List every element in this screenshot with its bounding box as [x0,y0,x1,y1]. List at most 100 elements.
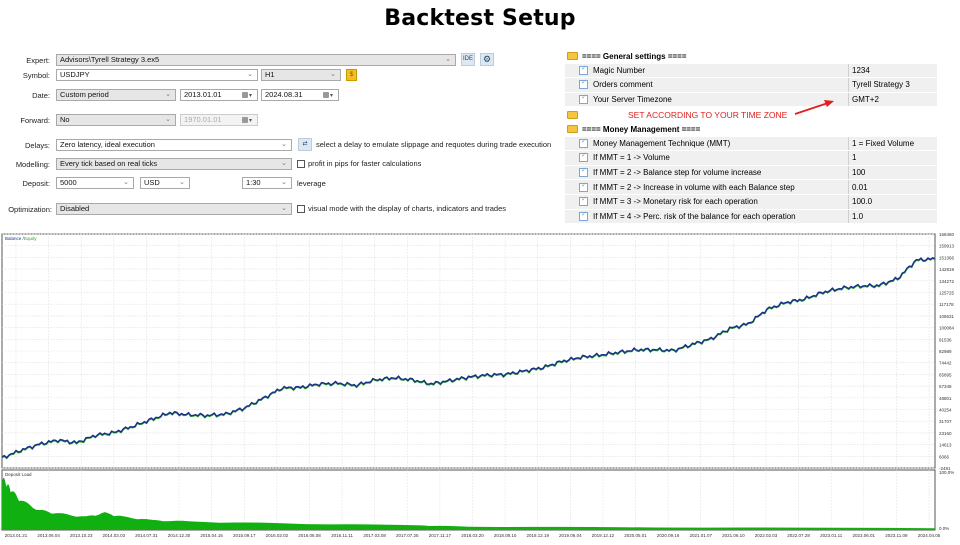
x-tick-label: 2014.03.03 [103,533,126,538]
chevron-down-icon: ⌄ [165,91,171,98]
param-value[interactable]: 1234 [848,63,937,78]
delay-settings-button[interactable]: ⇄ [298,138,312,151]
symbol-select[interactable]: USDJPY ⌄ [56,69,258,81]
x-tick-label: 2013.06.04 [37,533,60,538]
param-value[interactable]: 0.01 [848,180,937,194]
currency-select[interactable]: USD ⌄ [140,177,190,189]
checkbox-icon[interactable] [579,210,588,221]
leverage-select[interactable]: 1:30 ⌄ [242,177,292,189]
deposit-label: Deposit: [22,179,50,188]
x-tick-label: 2020.09.16 [657,533,680,538]
y-tick-label: 6066 [939,454,950,459]
symbol-label: Symbol: [22,71,50,80]
param-value[interactable]: GMT+2 [848,92,937,107]
param-row[interactable]: Orders comment Tyrell Strategy 3 [565,78,937,93]
param-value[interactable]: Tyrell Strategy 3 [848,78,937,92]
checkbox-icon[interactable] [579,93,588,105]
date-from-field[interactable]: 2013.01.01 ▾ [180,89,258,101]
x-tick-label: 2023.01.11 [820,533,843,538]
y-tick-label: 100084 [939,326,955,331]
y-tick-label: 14613 [939,443,952,448]
visual-mode-option[interactable]: visual mode with the display of charts, … [297,204,507,214]
forward-select[interactable]: No ⌄ [56,114,176,126]
group-money-management[interactable]: ==== Money Management ==== [565,122,937,137]
profit-in-pips-option[interactable]: profit in pips for faster calculations [297,159,422,169]
param-name: Magic Number [593,65,646,75]
group-general-settings[interactable]: ==== General settings ==== [565,49,937,64]
checkbox-icon[interactable] [579,151,588,163]
x-tick-label: 2017.07.25 [396,533,419,538]
symbol-properties-button[interactable]: $ [346,69,357,81]
optimization-label: Optimization: [8,205,52,214]
checkbox-icon[interactable] [579,195,588,207]
x-tick-label: 2015.04.16 [200,533,223,538]
expert-select[interactable]: Advisors\Tyrell Strategy 3.ex5 ⌄ [56,54,456,66]
timeframe-select[interactable]: H1 ⌄ [261,69,341,81]
folder-icon [567,110,578,119]
date-period-select[interactable]: Custom period ⌄ [56,89,176,101]
x-tick-label: 2018.08.10 [494,533,517,538]
ide-button[interactable]: IDE [461,53,475,66]
y-tick-label: 48801 [939,396,952,401]
checkbox-icon[interactable] [579,137,588,148]
calendar-icon[interactable]: ▾ [323,91,335,99]
calendar-icon[interactable]: ▾ [242,91,254,99]
x-tick-label: 2023.11.09 [885,533,908,538]
y-tick-label: 91536 [939,337,952,342]
param-row[interactable]: If MMT = 3 -> Monetary risk for each ope… [565,194,937,210]
y-tick-label: 74442 [939,361,952,366]
chevron-down-icon: ⌄ [247,71,253,78]
x-tick-label: 2016.06.08 [298,533,321,538]
x-tick-label: 2018.03.20 [461,533,484,538]
y-tick-label: 57348 [939,384,952,389]
chart-svg: 168460 159913 151366 142819 134272 125725 1171… [1,232,955,538]
x-tick-label: 2024.04.05 [918,533,941,538]
param-name: If MMT = 2 -> Increase in volume with ea… [593,182,795,192]
checkbox-icon[interactable] [579,64,588,75]
folder-icon [567,52,578,61]
group-title: ==== Money Management ==== [582,124,701,134]
param-row[interactable]: Your Server Timezone GMT+2 [565,92,937,108]
forward-date-value: 1970.01.01 [184,115,222,124]
param-row[interactable]: If MMT = 1 -> Volume 1 [565,151,937,166]
param-value[interactable]: 1 = Fixed Volume [848,136,937,151]
y-tick-label: 142819 [939,267,955,272]
visual-mode-label: visual mode with the display of charts, … [308,204,507,213]
date-to-value: 2024.08.31 [265,90,303,99]
date-to-field[interactable]: 2024.08.31 ▾ [261,89,339,101]
chevron-down-icon: ⌄ [281,205,287,212]
forward-value: No [60,115,70,124]
param-value[interactable]: 1.0 [848,209,937,224]
delays-select[interactable]: Zero latency, ideal execution ⌄ [56,139,292,151]
deposit-select[interactable]: 5000 ⌄ [56,177,134,189]
visual-mode-checkbox[interactable] [297,205,305,214]
optimization-select[interactable]: Disabled ⌄ [56,203,292,215]
checkbox-icon[interactable] [579,166,588,178]
y-tick-label: 40254 [939,408,952,413]
profit-in-pips-label: profit in pips for faster calculations [308,159,422,168]
param-row[interactable]: Money Management Technique (MMT) 1 = Fixe… [565,136,937,152]
group-title: ==== General settings ==== [582,51,687,61]
param-value[interactable]: 1 [848,151,937,165]
param-row[interactable]: If MMT = 2 -> Increase in volume with ea… [565,180,937,195]
param-value[interactable]: 100.0 [848,194,937,209]
x-tick-label: 2015.09.17 [233,533,256,538]
checkbox-icon[interactable] [579,181,588,192]
checkbox-icon[interactable] [579,78,588,90]
forward-date-field: 1970.01.01 ▾ [180,114,258,126]
gear-icon: ⚙ [482,54,492,64]
chevron-down-icon: ⌄ [123,179,129,186]
settings-gear-button[interactable]: ⚙ [480,53,494,66]
param-value[interactable]: 100 [848,165,937,180]
dollar-icon: $ [349,72,354,78]
delays-label: Delays: [24,141,50,150]
param-row[interactable]: If MMT = 4 -> Perc. risk of the balance … [565,209,937,225]
modelling-select[interactable]: Every tick based on real ticks ⌄ [56,158,292,170]
date-from-value: 2013.01.01 [184,90,222,99]
param-row[interactable]: If MMT = 2 -> Balance step for volume in… [565,165,937,181]
param-row[interactable]: Magic Number 1234 [565,63,937,79]
x-tick-label: 2017.03.08 [363,533,386,538]
modelling-value: Every tick based on real ticks [60,159,158,168]
x-tick-label: 2016.02.02 [266,533,289,538]
profit-in-pips-checkbox[interactable] [297,160,305,169]
